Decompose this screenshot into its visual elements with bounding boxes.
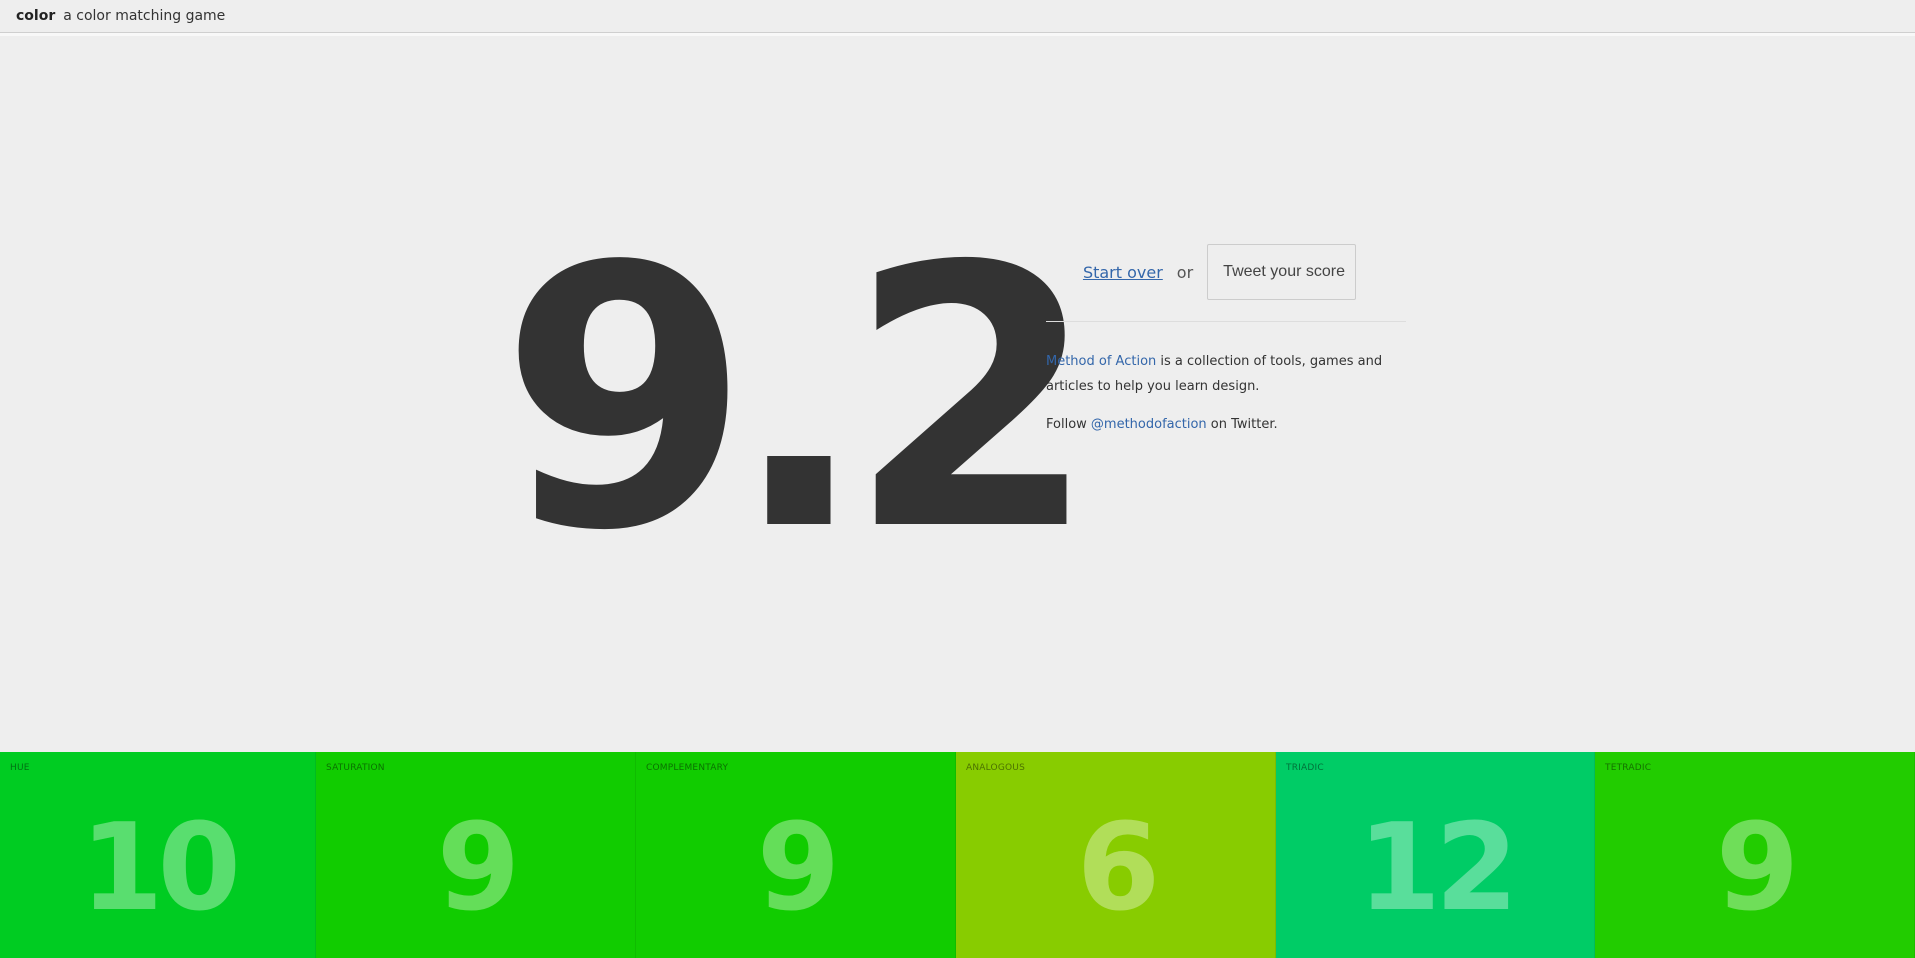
tile-analogous: ANALOGOUS 6 xyxy=(956,752,1276,958)
start-over-link[interactable]: Start over xyxy=(1083,263,1163,282)
brand-logo[interactable]: color xyxy=(16,8,55,24)
twitter-handle-link[interactable]: @methodofaction xyxy=(1091,417,1207,432)
about-text: Method of Action is a collection of tool… xyxy=(1046,349,1406,399)
tile-score: 6 xyxy=(1076,799,1161,938)
follow-suffix: on Twitter. xyxy=(1206,417,1278,432)
tile-score: 12 xyxy=(1357,799,1519,938)
tile-label: COMPLEMENTARY xyxy=(646,763,729,773)
tile-label: HUE xyxy=(10,763,30,773)
tile-label: SATURATION xyxy=(326,763,385,773)
final-score: 9.2 xyxy=(500,190,1098,609)
tile-triadic: TRIADIC 12 xyxy=(1276,752,1595,958)
tile-saturation: SATURATION 9 xyxy=(316,752,636,958)
result-panel: Start over or Tweet your score Method of… xyxy=(1046,244,1406,435)
tile-score: 9 xyxy=(756,799,841,938)
header-divider xyxy=(0,33,1915,36)
divider xyxy=(1046,321,1406,322)
tile-score: 9 xyxy=(1715,799,1800,938)
tile-tetradic: TETRADIC 9 xyxy=(1595,752,1915,958)
tile-score: 10 xyxy=(80,799,241,938)
result-actions: Start over or Tweet your score xyxy=(1046,244,1406,300)
tweet-score-button[interactable]: Tweet your score xyxy=(1207,244,1356,300)
tile-hue: HUE 10 xyxy=(0,752,316,958)
tile-label: TRIADIC xyxy=(1286,763,1324,773)
method-of-action-link[interactable]: Method of Action xyxy=(1046,354,1156,369)
or-text: or xyxy=(1176,262,1194,282)
tagline: a color matching game xyxy=(63,8,226,24)
tile-label: ANALOGOUS xyxy=(966,763,1025,773)
tile-score: 9 xyxy=(436,799,521,938)
follow-text: Follow @methodofaction on Twitter. xyxy=(1046,415,1406,435)
top-bar: color a color matching game xyxy=(0,0,1915,33)
category-scores: HUE 10 SATURATION 9 COMPLEMENTARY 9 ANAL… xyxy=(0,752,1915,958)
tile-label: TETRADIC xyxy=(1605,763,1652,773)
tile-complementary: COMPLEMENTARY 9 xyxy=(636,752,956,958)
follow-prefix: Follow xyxy=(1046,417,1091,432)
